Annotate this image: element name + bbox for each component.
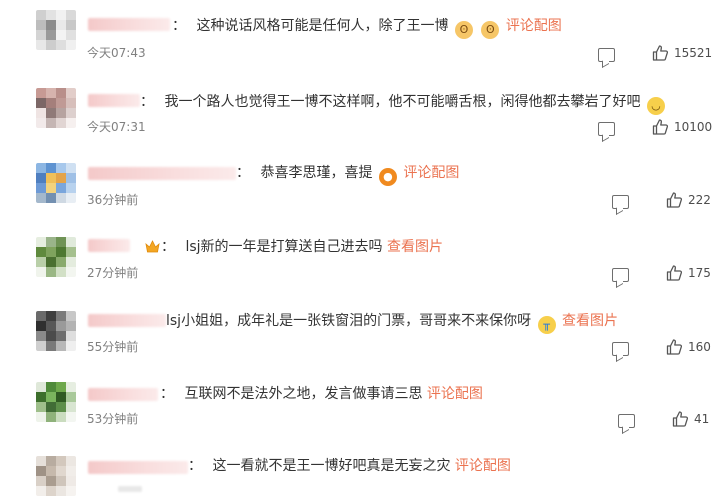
view-image-link[interactable]: 评论配图 [506, 18, 562, 34]
thumbs-up-icon [652, 45, 669, 61]
reply-icon[interactable] [612, 268, 629, 282]
like-count: 41 [694, 412, 710, 426]
view-image-link[interactable]: 评论配图 [427, 386, 483, 402]
comment-time: 27分钟前 [87, 266, 139, 280]
view-image-link[interactable]: 查看图片 [562, 313, 618, 329]
like-button[interactable]: 222 [666, 192, 711, 208]
like-button[interactable]: 41 [672, 411, 709, 427]
comment-time: 53分钟前 [87, 412, 139, 426]
comment-colon: ： [236, 165, 250, 181]
orange-emoji: ● [378, 168, 397, 186]
cry-emoji: ╥ [537, 316, 556, 334]
crown-icon [145, 240, 160, 253]
laugh-emoji: ◡ [646, 97, 665, 115]
thumbs-up-icon [652, 119, 669, 135]
thumbs-up-icon [666, 339, 683, 355]
thumbs-up-icon [666, 265, 683, 281]
comment-text: 恭喜李思瑾，喜提 [260, 165, 373, 181]
avatar[interactable] [36, 311, 76, 351]
comment-time: 今天07:31 [87, 120, 146, 134]
reply-icon[interactable] [618, 414, 635, 428]
username-blurred[interactable] [88, 94, 140, 107]
comment-text: lsj新的一年是打算送自己进去吗 [185, 239, 383, 255]
avatar[interactable] [36, 88, 76, 128]
avatar[interactable] [36, 237, 76, 277]
like-count: 15521 [674, 46, 713, 60]
username-blurred[interactable] [88, 239, 130, 252]
avatar[interactable] [36, 456, 76, 496]
avatar[interactable] [36, 382, 76, 422]
doge-emoji: ʘ [481, 21, 500, 39]
thumbs-up-icon [672, 411, 689, 427]
reply-icon[interactable] [612, 195, 629, 209]
comment-colon: ： [161, 239, 175, 255]
username-blurred[interactable] [88, 388, 158, 401]
like-button[interactable]: 10100 [652, 119, 712, 135]
reply-icon[interactable] [598, 122, 615, 136]
like-button[interactable]: 160 [666, 339, 711, 355]
comment-text: 这种说话风格可能是任何人，除了王一博 [196, 18, 449, 34]
comment-colon: ： [172, 18, 186, 34]
like-count: 222 [688, 193, 711, 207]
avatar[interactable] [36, 10, 76, 50]
comment-time: 55分钟前 [87, 340, 139, 354]
like-count: 10100 [674, 120, 713, 134]
comment-colon: ： [140, 94, 154, 110]
comment-text: lsj小姐姐，成年礼是一张铁窗泪的门票，哥哥来不来保你呀 [166, 313, 532, 329]
time-blurred [118, 486, 142, 492]
comment-time: 今天07:43 [87, 46, 146, 60]
comment-colon: ： [188, 458, 202, 474]
like-count: 160 [688, 340, 711, 354]
username-blurred[interactable] [88, 18, 170, 31]
doge-emoji: ʘ [454, 21, 473, 39]
username-blurred[interactable] [88, 461, 188, 474]
comment-text: 我一个路人也觉得王一博不这样啊，他不可能嚼舌根，闲得他都去攀岩了好吧 [164, 94, 641, 110]
comment-time: 36分钟前 [87, 193, 139, 207]
comment-text: 互联网不是法外之地，发言做事请三思 [184, 386, 423, 402]
like-button[interactable]: 15521 [652, 45, 712, 61]
reply-icon[interactable] [612, 342, 629, 356]
username-blurred[interactable] [88, 314, 166, 327]
view-image-link[interactable]: 评论配图 [403, 165, 459, 181]
comment-text: 这一看就不是王一博好吧真是无妄之灾 [212, 458, 451, 474]
thumbs-up-icon [666, 192, 683, 208]
avatar[interactable] [36, 163, 76, 203]
username-blurred[interactable] [88, 167, 236, 180]
comment-colon: ： [160, 386, 174, 402]
like-count: 175 [688, 266, 711, 280]
like-button[interactable]: 175 [666, 265, 711, 281]
view-image-link[interactable]: 查看图片 [387, 239, 443, 255]
view-image-link[interactable]: 评论配图 [455, 458, 511, 474]
reply-icon[interactable] [598, 48, 615, 62]
